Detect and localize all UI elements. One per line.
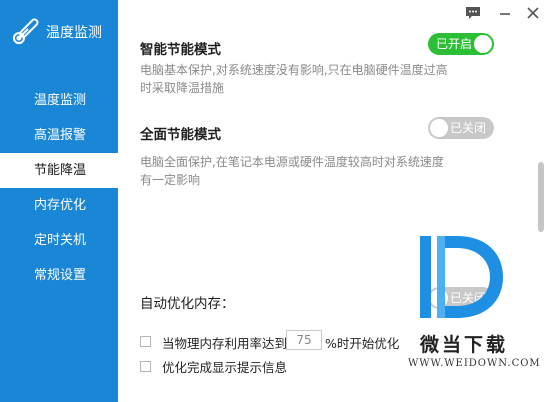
toggle-knob [474, 35, 492, 53]
watermark-url: WWW.WEIDOWN.COM [408, 358, 541, 369]
show-tip-label: 优化完成显示提示信息 [162, 360, 288, 375]
smart-mode-title: 智能节能模式 [140, 42, 221, 58]
full-mode-toggle-label: 已关闭 [450, 121, 487, 135]
show-tip-checkbox[interactable] [140, 361, 151, 372]
app-title: 温度监测 [46, 25, 102, 41]
smart-mode-description: 电脑基本保护,对系统速度没有影响,只在电脑硬件温度过高 时采取降温措施 [140, 61, 448, 97]
smart-mode-desc-line2: 时采取降温措施 [140, 81, 225, 95]
watermark-title: 微当下载 [420, 334, 509, 356]
app-header: 温度监测 [0, 0, 118, 60]
full-mode-desc-line1: 电脑全面保护,在笔记本电源或硬件温度较高时对系统速度 [140, 155, 444, 169]
smart-mode-desc-line1: 电脑基本保护,对系统速度没有影响,只在电脑硬件温度过高 [140, 63, 448, 77]
smart-mode-toggle-label: 已开启 [436, 37, 473, 51]
sidebar: 温度监测 温度监测 高温报警 节能降温 内存优化 定时关机 常规设置 [0, 0, 118, 402]
memory-threshold-suffix: %时开始优化 [325, 336, 400, 351]
full-mode-desc-line2: 有一定影响 [140, 173, 201, 187]
memory-threshold-prefix: 当物理内存利用率达到 [162, 336, 288, 351]
scrollbar-thumb[interactable] [538, 162, 544, 232]
app-window: 温度监测 温度监测 高温报警 节能降温 内存优化 定时关机 常规设置 智能节能模… [0, 0, 552, 402]
full-mode-description: 电脑全面保护,在笔记本电源或硬件温度较高时对系统速度 有一定影响 [140, 153, 444, 189]
sidebar-item-general-settings[interactable]: 常规设置 [0, 258, 118, 293]
sidebar-item-high-temp-alarm[interactable]: 高温报警 [0, 118, 118, 153]
full-mode-title: 全面节能模式 [140, 127, 221, 143]
thermometer-icon [9, 14, 43, 48]
memory-threshold-input[interactable]: 75 [286, 330, 322, 350]
memory-optimize-title: 自动优化内存： [140, 296, 235, 312]
full-mode-toggle[interactable]: 已关闭 [428, 117, 494, 139]
memory-threshold-checkbox[interactable] [140, 336, 151, 347]
sidebar-item-scheduled-shutdown[interactable]: 定时关机 [0, 223, 118, 258]
smart-mode-toggle[interactable]: 已开启 [428, 33, 494, 55]
sidebar-item-energy-saving[interactable]: 节能降温 [0, 153, 118, 188]
toggle-knob [430, 119, 448, 137]
sidebar-item-temperature-monitor[interactable]: 温度监测 [0, 83, 118, 118]
sidebar-item-memory-optimize[interactable]: 内存优化 [0, 188, 118, 223]
sidebar-nav: 温度监测 高温报警 节能降温 内存优化 定时关机 常规设置 [0, 83, 118, 293]
